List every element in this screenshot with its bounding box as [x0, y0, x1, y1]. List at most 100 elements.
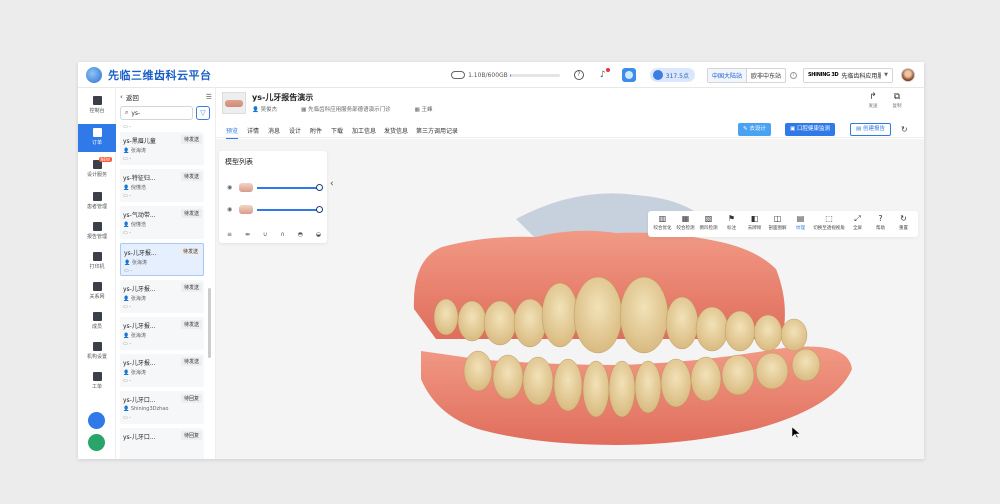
slider-handle[interactable]: [316, 206, 323, 213]
oral-health-button[interactable]: ▣ 口腔健康监测: [785, 123, 835, 136]
tool-fullscreen[interactable]: ⤢ 全屏: [847, 214, 868, 234]
list-item[interactable]: ys-黑眉儿童 待发送 👤 张海涛 ▭ -: [120, 132, 204, 165]
slider-handle[interactable]: [316, 184, 323, 191]
tab-download[interactable]: 下载: [331, 126, 343, 135]
search-input[interactable]: [131, 109, 187, 117]
sidebar-item-label: 设计服务: [86, 172, 107, 178]
texture-icon: ▤: [796, 214, 805, 223]
status-badge: 待发送: [180, 320, 202, 329]
tool-perspective[interactable]: ⬚ 切换至透视视角: [813, 214, 845, 234]
app-title: 先临三维齿科云平台: [108, 68, 212, 82]
tool-undercut[interactable]: ▧ 倒凹检测: [698, 214, 719, 234]
sidebar-item-patients[interactable]: 患者管理: [78, 188, 116, 216]
top-header: 先临三维齿科云平台 1.10B/600GB ? ♪ 317.5点 中国大陆站 欧…: [78, 62, 924, 88]
tool-tilt[interactable]: ◧ 去牌倾: [744, 214, 765, 234]
collapse-panel-icon[interactable]: ‹: [330, 179, 334, 189]
card-file: ▭ -: [124, 268, 133, 274]
status-badge: 待发送: [180, 135, 202, 144]
collapse-icon[interactable]: ☰: [206, 93, 212, 101]
card-file: ▭ -: [123, 230, 132, 236]
send-button[interactable]: ↱ 发送: [862, 92, 884, 109]
tooth: [695, 306, 729, 352]
tab-third-party-log[interactable]: 第三方调用记录: [416, 126, 458, 135]
sidebar-item-label: 报告管理: [86, 234, 107, 240]
refresh-icon[interactable]: ↻: [901, 125, 908, 134]
view-right-icon[interactable]: ◒: [316, 231, 321, 238]
tool-texture[interactable]: ▤ 纹理: [790, 214, 811, 234]
card-file: ▭ -: [123, 304, 132, 310]
list-item-file: ▭ -: [123, 124, 132, 130]
points-badge[interactable]: 317.5点: [649, 68, 695, 82]
sidebar-item-label: 机构设置: [86, 354, 107, 360]
tab-shipping-info[interactable]: 发货信息: [384, 126, 408, 135]
avatar[interactable]: [901, 68, 915, 82]
tool-marker[interactable]: ⚑ 标注: [721, 214, 742, 234]
go-design-button[interactable]: ✎ 去设计: [738, 123, 771, 136]
help-icon[interactable]: ?: [573, 70, 584, 80]
create-report-button[interactable]: ▤ 创建报告: [850, 123, 891, 136]
list-item-selected[interactable]: ys-儿牙报... 待发送 👤 张海涛 ▭ -: [120, 243, 204, 276]
view-side-icon[interactable]: ⇹: [245, 231, 250, 238]
tab-design[interactable]: 设计: [289, 126, 301, 135]
chart-icon: [92, 96, 102, 105]
tool-label: 全屏: [853, 226, 862, 231]
tab-messages[interactable]: 消息: [268, 126, 280, 135]
view-upper-icon[interactable]: ∪: [263, 231, 267, 238]
tool-section[interactable]: ◫ 剖面图解: [767, 214, 788, 234]
page-title: ys-儿牙报告演示: [252, 93, 314, 102]
list-item[interactable]: ys-儿牙报... 待发送 👤 张海涛 ▭ -: [120, 317, 204, 350]
view-lower-icon[interactable]: ∩: [280, 231, 284, 238]
mini-program-icon[interactable]: [88, 434, 105, 451]
sidebar-item-design-service[interactable]: 设计服务 NEW: [78, 156, 116, 184]
sidebar-item-tickets[interactable]: 工单: [78, 368, 116, 396]
sidebar-item-members[interactable]: 成员: [78, 308, 116, 336]
sidebar-item-printer[interactable]: 打印机: [78, 248, 116, 276]
list-item[interactable]: ys-特征归... 待发送 👤 倪懂浩 ▭ -: [120, 169, 204, 202]
sidebar-item-org-settings[interactable]: 机构设置: [78, 338, 116, 366]
tab-details[interactable]: 详情: [247, 126, 259, 135]
list-item[interactable]: ys-儿牙报... 待发送 👤 张海涛 ▭ -: [120, 280, 204, 313]
app-store-icon[interactable]: [621, 68, 636, 82]
eye-icon[interactable]: ◉: [227, 184, 232, 191]
region-emea[interactable]: 欧非中东站: [747, 69, 785, 82]
tool-reset[interactable]: ↻ 重置: [893, 214, 914, 234]
list-item[interactable]: ys-儿牙报... 待发送 👤 张海涛 ▭ -: [120, 354, 204, 387]
list-item[interactable]: ys-儿牙口... 待回复: [120, 428, 204, 459]
sidebar-item-orders[interactable]: 订单: [78, 124, 116, 152]
tool-occlusion[interactable]: ▥ 咬合优化: [652, 214, 673, 234]
network-icon: [92, 282, 102, 291]
tooth: [755, 352, 789, 390]
card-name: ys-特征归...: [123, 175, 156, 182]
view-front-icon[interactable]: ≡: [227, 231, 232, 238]
tab-preview[interactable]: 预览: [226, 126, 239, 139]
region-china[interactable]: 中国大陆站: [707, 68, 747, 82]
sidebar-item-network[interactable]: 关系网: [78, 278, 116, 306]
sidebar-item-label: 工单: [91, 384, 102, 390]
opacity-slider[interactable]: [257, 209, 319, 211]
sidebar-item-console[interactable]: 控制台: [78, 92, 116, 120]
sidebar-item-reports[interactable]: 报告管理: [78, 218, 116, 246]
org-selector[interactable]: SHINING 3D 先临齿科应用服... ▼: [803, 67, 893, 83]
tab-processing-info[interactable]: 加工信息: [352, 126, 376, 135]
order-clinic: ▦ 先临齿科应用服务部德语演示门诊: [301, 107, 391, 113]
copy-button[interactable]: ⧉ 复制: [886, 92, 908, 109]
card-name: ys-儿牙口...: [123, 434, 156, 441]
list-item[interactable]: ys-气动带... 待发送 👤 倪懂浩 ▭ -: [120, 206, 204, 239]
bell-icon[interactable]: ♪: [598, 68, 610, 80]
tool-label: 标注: [727, 226, 736, 231]
tool-help[interactable]: ? 帮助: [870, 214, 891, 234]
back-arrow-icon[interactable]: ‹: [120, 93, 123, 101]
info-icon[interactable]: i: [790, 71, 797, 79]
filter-button[interactable]: ▽: [196, 106, 210, 120]
view-left-icon[interactable]: ◓: [298, 231, 303, 238]
tool-label: 切换至透视视角: [813, 226, 845, 231]
back-label[interactable]: 返回: [126, 92, 206, 102]
opacity-slider[interactable]: [257, 187, 319, 189]
mobile-app-icon[interactable]: [88, 412, 105, 429]
tool-occlusion-check[interactable]: ▦ 咬合检测: [675, 214, 696, 234]
list-item[interactable]: ys-儿牙口... 待回复 👤 Shining3Dzhao ▭ -: [120, 391, 204, 424]
tab-attachments[interactable]: 附件: [310, 126, 322, 135]
3d-viewport[interactable]: 模型列表 ◉ ◉ ≡ ⇹ ∪ ∩ ◓ ◒ ‹ ▥ 咬合优化 ▦ 咬合检测 ▧ 倒…: [216, 139, 924, 459]
list-scrollbar[interactable]: [208, 288, 211, 358]
eye-icon[interactable]: ◉: [227, 206, 232, 213]
